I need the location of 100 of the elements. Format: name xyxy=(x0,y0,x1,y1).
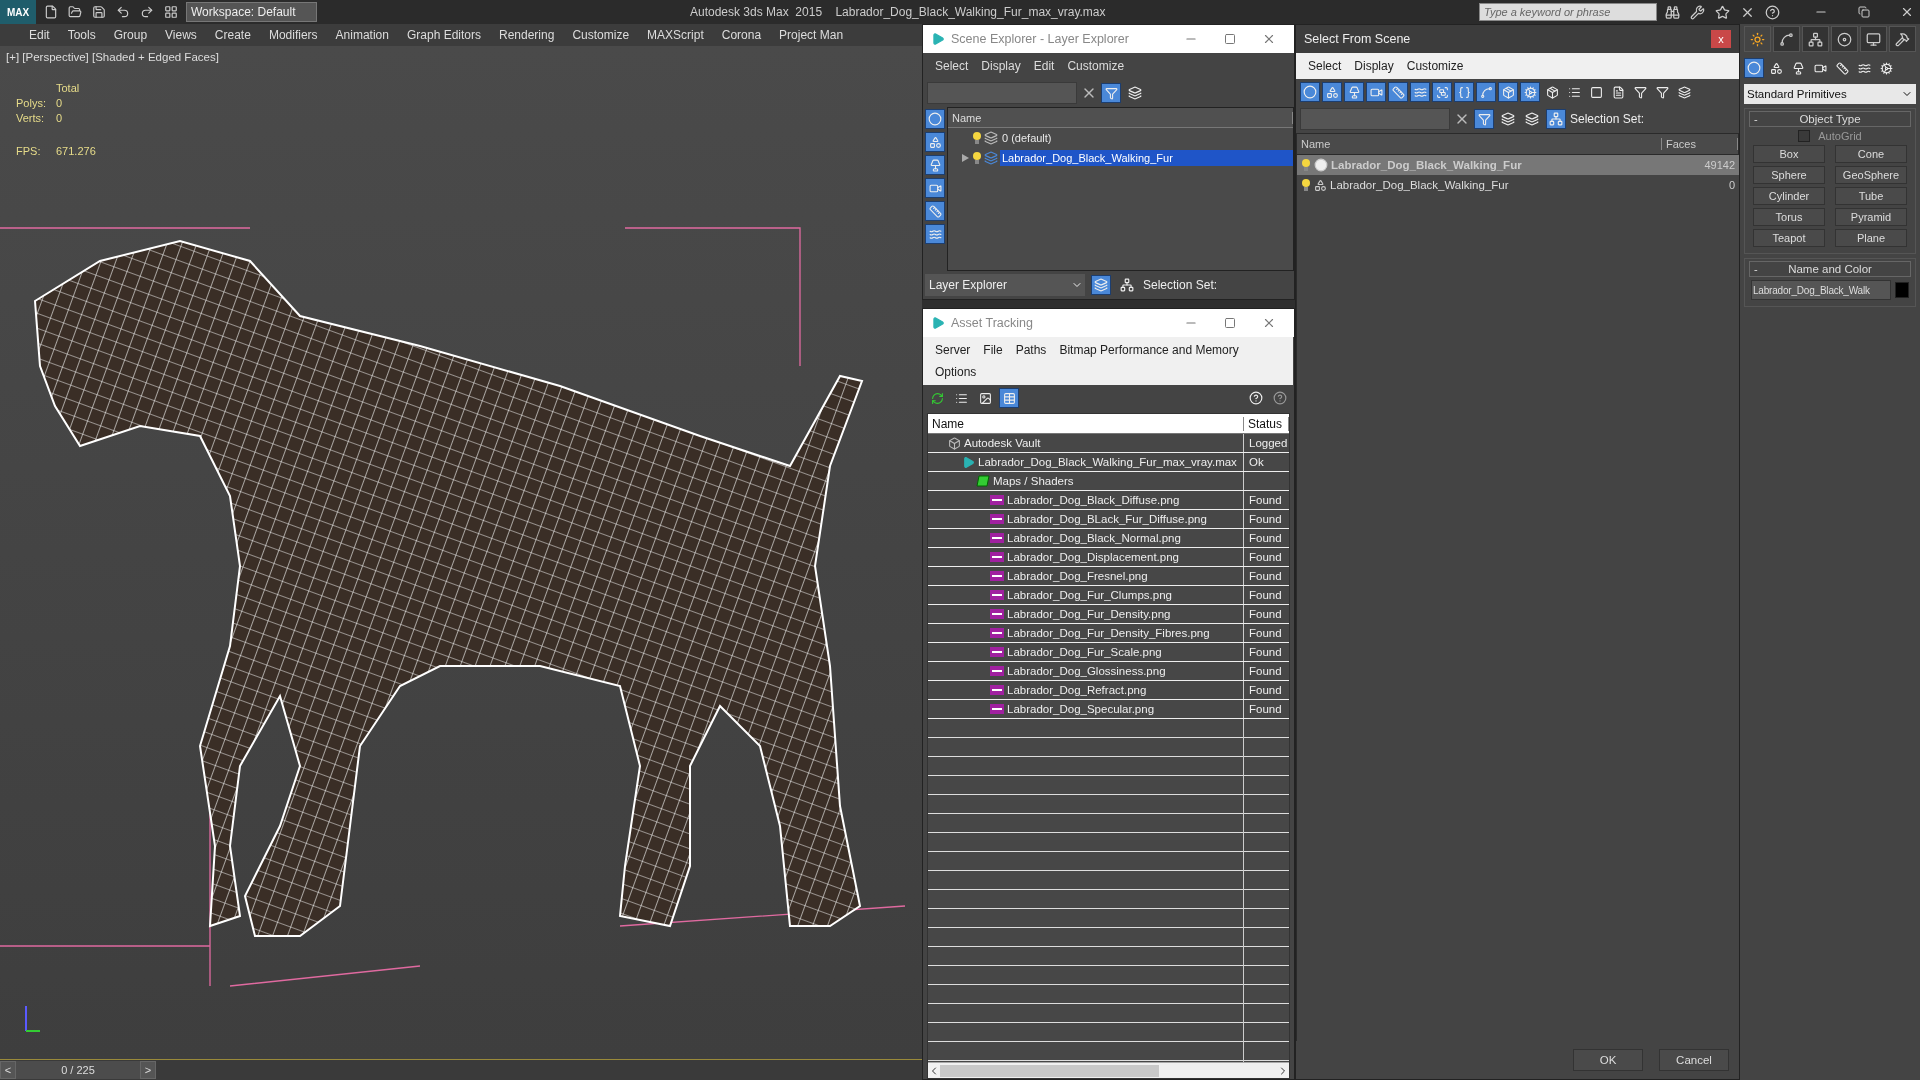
star-icon[interactable] xyxy=(1713,4,1732,20)
asset-row[interactable]: Labrador_Dog_BLack_Fur_Diffuse.png Found xyxy=(928,510,1289,529)
spline-icon[interactable] xyxy=(1773,26,1800,52)
menu-item[interactable]: Options xyxy=(931,363,986,381)
workspace-dropdown[interactable]: Workspace: Default xyxy=(186,2,317,22)
group-icon[interactable] xyxy=(1432,82,1452,102)
asset-row[interactable]: Labrador_Dog_Displacement.png Found xyxy=(928,548,1289,567)
close-button[interactable]: x xyxy=(1711,30,1731,48)
primitive-button[interactable]: Tube xyxy=(1835,187,1907,205)
layer-name[interactable]: Labrador_Dog_Black_Walking_Fur xyxy=(1000,150,1293,166)
menu-item[interactable]: Customize xyxy=(563,28,639,42)
workspace-icon[interactable] xyxy=(162,5,180,19)
spline-icon[interactable] xyxy=(1476,82,1496,102)
frame-counter[interactable]: 0 / 225 xyxy=(16,1061,140,1079)
sphere-icon[interactable] xyxy=(1300,82,1320,102)
hierarchy-icon[interactable] xyxy=(1802,26,1829,52)
search-field[interactable] xyxy=(927,82,1077,104)
viewport[interactable]: [+] [Perspective] [Shaded + Edged Faces] Total Polys: 0 Verts: 0 FPS: 671.276 xyxy=(0,46,922,1060)
monitor-icon[interactable] xyxy=(1860,26,1887,52)
next-frame-button[interactable]: > xyxy=(140,1061,156,1079)
waves-icon[interactable] xyxy=(925,224,945,244)
sun-icon[interactable] xyxy=(1744,26,1771,52)
dialog-button[interactable]: Cancel xyxy=(1659,1049,1729,1071)
expand-arrow-icon[interactable] xyxy=(960,153,970,163)
hammer-icon[interactable] xyxy=(1889,26,1916,52)
rollout-title[interactable]: Name and Color xyxy=(1768,263,1906,275)
braces-icon[interactable] xyxy=(1454,82,1474,102)
primitive-button[interactable]: Pyramid xyxy=(1835,208,1907,226)
column-header[interactable]: Name xyxy=(928,416,1244,431)
primitive-button[interactable]: Cylinder xyxy=(1753,187,1825,205)
asset-row[interactable]: Labrador_Dog_Black_Walking_Fur_max_vray.max Ok xyxy=(928,453,1289,472)
previous-frame-button[interactable]: < xyxy=(0,1061,16,1079)
primitive-button[interactable]: Sphere xyxy=(1753,166,1825,184)
menu-item[interactable]: Graph Editors xyxy=(397,28,490,42)
shapes-icon[interactable] xyxy=(1322,82,1342,102)
asset-row[interactable]: Labrador_Dog_Glossiness.png Found xyxy=(928,662,1289,681)
asset-row[interactable]: Autodesk Vault Logged xyxy=(928,434,1289,453)
menu-item[interactable]: Group xyxy=(104,28,157,42)
cog-icon[interactable] xyxy=(1520,82,1540,102)
column-header[interactable]: Status xyxy=(1244,416,1289,431)
menu-item[interactable]: MAXScript xyxy=(638,28,713,42)
viewport-label[interactable]: [+] [Perspective] [Shaded + Edged Faces] xyxy=(6,51,219,63)
menu-item[interactable]: Tools xyxy=(58,28,105,42)
shapes-icon[interactable] xyxy=(925,132,945,152)
binoculars-icon[interactable] xyxy=(1663,4,1682,20)
asset-row[interactable]: Labrador_Dog_Black_Diffuse.png Found xyxy=(928,491,1289,510)
ruler-icon[interactable] xyxy=(925,201,945,221)
primitive-button[interactable]: Teapot xyxy=(1753,229,1825,247)
lamp-icon[interactable] xyxy=(925,155,945,175)
table-icon[interactable] xyxy=(999,388,1019,408)
menu-item[interactable]: Modifiers xyxy=(259,28,327,42)
filter-icon[interactable] xyxy=(1101,83,1121,103)
save-icon[interactable] xyxy=(90,5,108,19)
restore-icon[interactable] xyxy=(1856,6,1872,18)
app-logo[interactable]: MAX xyxy=(0,0,36,24)
menu-item[interactable]: Project Man xyxy=(770,28,853,42)
dialog-button[interactable]: OK xyxy=(1573,1049,1643,1071)
filter-icon[interactable] xyxy=(1474,109,1494,129)
menu-item[interactable]: File xyxy=(979,341,1012,359)
menu-item[interactable]: Select xyxy=(931,57,978,75)
asset-row[interactable]: Labrador_Dog_Specular.png Found xyxy=(928,700,1289,719)
horizontal-scrollbar[interactable] xyxy=(928,1062,1289,1078)
help-icon[interactable] xyxy=(1763,4,1782,20)
color-swatch[interactable] xyxy=(1895,282,1909,298)
menu-item[interactable]: Server xyxy=(931,341,980,359)
primitive-button[interactable]: Box xyxy=(1753,145,1825,163)
menu-item[interactable]: Edit xyxy=(1029,57,1064,75)
checkbox[interactable] xyxy=(1798,130,1811,142)
layers-icon[interactable] xyxy=(1091,275,1111,295)
rollout-title[interactable]: Object Type xyxy=(1768,113,1906,125)
lightbulb-icon[interactable] xyxy=(972,151,982,165)
primitive-button[interactable]: GeoSphere xyxy=(1835,166,1907,184)
search-field[interactable]: Type a keyword or phrase xyxy=(1479,3,1657,21)
primitive-button[interactable]: Cone xyxy=(1835,145,1907,163)
menu-item[interactable]: Create xyxy=(205,28,260,42)
menu-item[interactable]: Paths xyxy=(1011,341,1056,359)
column-header[interactable]: Name xyxy=(1297,138,1662,150)
asset-row[interactable]: Labrador_Dog_Fur_Density.png Found xyxy=(928,605,1289,624)
lightbulb-icon[interactable] xyxy=(972,131,982,145)
asset-row[interactable]: Labrador_Dog_Fresnel.png Found xyxy=(928,567,1289,586)
camera-icon[interactable] xyxy=(1366,82,1386,102)
hierarchy-icon[interactable] xyxy=(1546,109,1566,129)
menu-item[interactable]: Corona xyxy=(712,28,771,42)
search-field[interactable] xyxy=(1300,108,1450,130)
column-header[interactable]: Faces xyxy=(1662,138,1738,150)
open-folder-icon[interactable] xyxy=(66,5,84,19)
explorer-mode-dropdown[interactable]: Layer Explorer xyxy=(925,274,1085,296)
wrench-icon[interactable] xyxy=(1688,4,1707,20)
package-icon[interactable] xyxy=(1498,82,1518,102)
menu-item[interactable]: Customize xyxy=(1063,57,1134,75)
menu-item[interactable]: Display xyxy=(1350,57,1403,75)
menu-item[interactable]: Display xyxy=(977,57,1030,75)
ruler-icon[interactable] xyxy=(1388,82,1408,102)
camera-icon[interactable] xyxy=(925,178,945,198)
menu-item[interactable]: Edit xyxy=(20,28,59,42)
asset-row[interactable]: Labrador_Dog_Fur_Scale.png Found xyxy=(928,643,1289,662)
primitive-button[interactable]: Plane xyxy=(1835,229,1907,247)
menu-item[interactable]: Bitmap Performance and Memory xyxy=(1055,341,1248,359)
asset-row[interactable]: Labrador_Dog_Refract.png Found xyxy=(928,681,1289,700)
name-field[interactable]: Labrador_Dog_Black_Walk xyxy=(1751,280,1891,300)
